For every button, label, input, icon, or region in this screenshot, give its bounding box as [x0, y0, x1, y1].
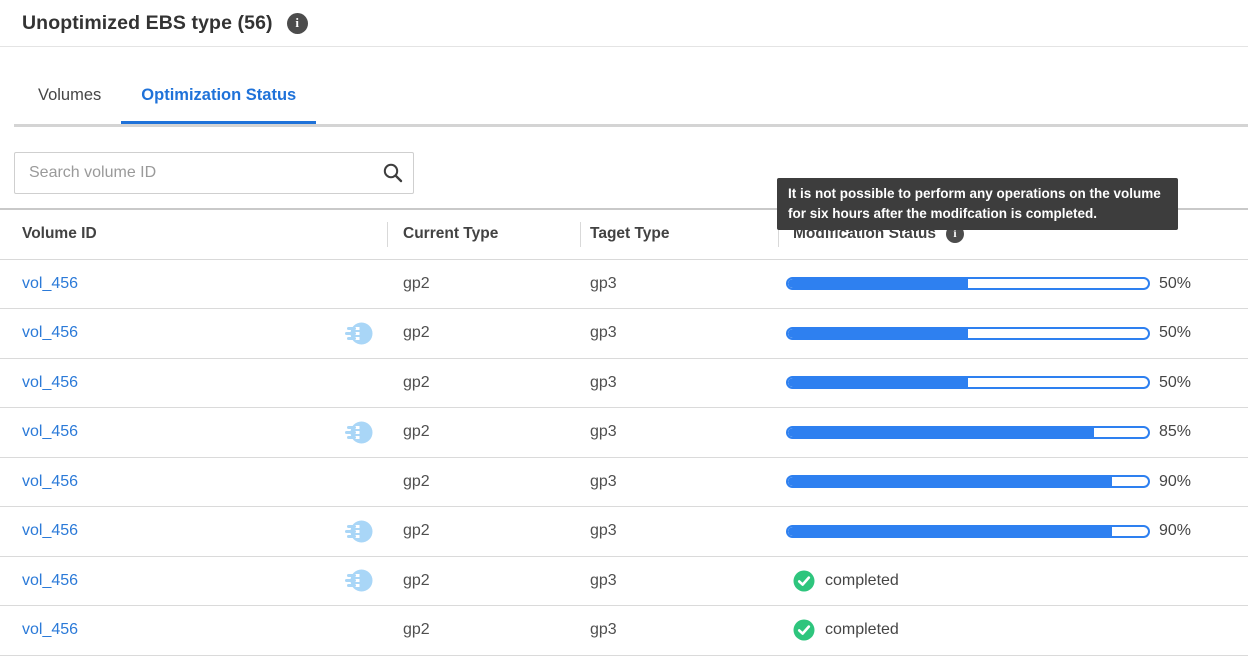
current-type-value: gp2	[403, 423, 430, 440]
completed-label: completed	[825, 621, 899, 639]
search-box	[14, 152, 414, 194]
page: Unoptimized EBS type (56) i Volumes Opti…	[0, 0, 1248, 656]
target-type-value: gp3	[590, 473, 617, 490]
volume-id-link[interactable]: vol_456	[22, 572, 78, 590]
page-header: Unoptimized EBS type (56) i	[0, 0, 1248, 47]
table-row: vol_456 gp2 gp3 50%	[0, 359, 1248, 409]
table-row: vol_456 gp2 gp3	[0, 606, 1248, 656]
target-type-value: gp3	[590, 275, 617, 292]
target-type-value: gp3	[590, 423, 617, 440]
progress-bar	[786, 475, 1150, 488]
current-type-value: gp2	[403, 275, 430, 292]
current-type-value: gp2	[403, 324, 430, 341]
table-row: vol_456 gp2 gp3 50%	[0, 260, 1248, 310]
volume-id-link[interactable]: vol_456	[22, 621, 78, 639]
progress-bar	[786, 525, 1150, 538]
tooltip: It is not possible to perform any operat…	[777, 178, 1178, 230]
table-row: vol_456 gp2 gp3	[0, 557, 1248, 607]
target-type-value: gp3	[590, 572, 617, 589]
progress-percent-label: 85%	[1159, 423, 1191, 441]
target-type-value: gp3	[590, 621, 617, 638]
progress-percent-label: 50%	[1159, 324, 1191, 342]
tab-bar: Volumes Optimization Status	[18, 86, 316, 124]
target-type-value: gp3	[590, 374, 617, 391]
current-type-value: gp2	[403, 621, 430, 638]
page-title: Unoptimized EBS type (56)	[22, 12, 273, 35]
tab-bar-divider	[14, 124, 1248, 127]
column-header-current-type: Current Type	[387, 210, 580, 259]
progress-bar	[786, 327, 1150, 340]
volume-id-link[interactable]: vol_456	[22, 473, 78, 491]
volume-id-link[interactable]: vol_456	[22, 324, 78, 342]
progress-bar	[786, 376, 1150, 389]
table-row: vol_456 gp2 gp3 90%	[0, 458, 1248, 508]
progress-bar	[786, 426, 1150, 439]
completed-check-icon	[793, 619, 815, 641]
fast-modification-icon	[343, 321, 373, 346]
current-type-value: gp2	[403, 572, 430, 589]
completed-status: completed	[786, 570, 899, 592]
current-type-value: gp2	[403, 522, 430, 539]
search-icon[interactable]	[373, 153, 413, 193]
fast-modification-icon	[343, 420, 373, 445]
tab-optimization-status[interactable]: Optimization Status	[121, 86, 316, 124]
title-info-icon[interactable]: i	[287, 13, 308, 34]
table-row: vol_456 gp2 gp3 85%	[0, 408, 1248, 458]
volume-id-link[interactable]: vol_456	[22, 275, 78, 293]
current-type-value: gp2	[403, 374, 430, 391]
fast-modification-icon	[343, 568, 373, 593]
progress-percent-label: 90%	[1159, 473, 1191, 491]
search-input[interactable]	[15, 164, 373, 182]
column-header-target-type: Taget Type	[580, 210, 778, 259]
progress-percent-label: 50%	[1159, 374, 1191, 392]
completed-label: completed	[825, 572, 899, 590]
fast-modification-icon	[343, 519, 373, 544]
volume-id-link[interactable]: vol_456	[22, 423, 78, 441]
progress-bar	[786, 277, 1150, 290]
volumes-table: Volume ID Current Type Taget Type Modifi…	[0, 208, 1248, 656]
column-header-volume-id: Volume ID	[0, 210, 387, 259]
volume-id-link[interactable]: vol_456	[22, 522, 78, 540]
progress-percent-label: 50%	[1159, 275, 1191, 293]
table-row: vol_456 gp2 gp3 90%	[0, 507, 1248, 557]
completed-check-icon	[793, 570, 815, 592]
target-type-value: gp3	[590, 522, 617, 539]
target-type-value: gp3	[590, 324, 617, 341]
table-body: vol_456 gp2 gp3 50%	[0, 260, 1248, 656]
table-row: vol_456 gp2 gp3 50%	[0, 309, 1248, 359]
volume-id-link[interactable]: vol_456	[22, 374, 78, 392]
progress-percent-label: 90%	[1159, 522, 1191, 540]
tab-volumes[interactable]: Volumes	[18, 86, 121, 124]
completed-status: completed	[786, 619, 899, 641]
current-type-value: gp2	[403, 473, 430, 490]
